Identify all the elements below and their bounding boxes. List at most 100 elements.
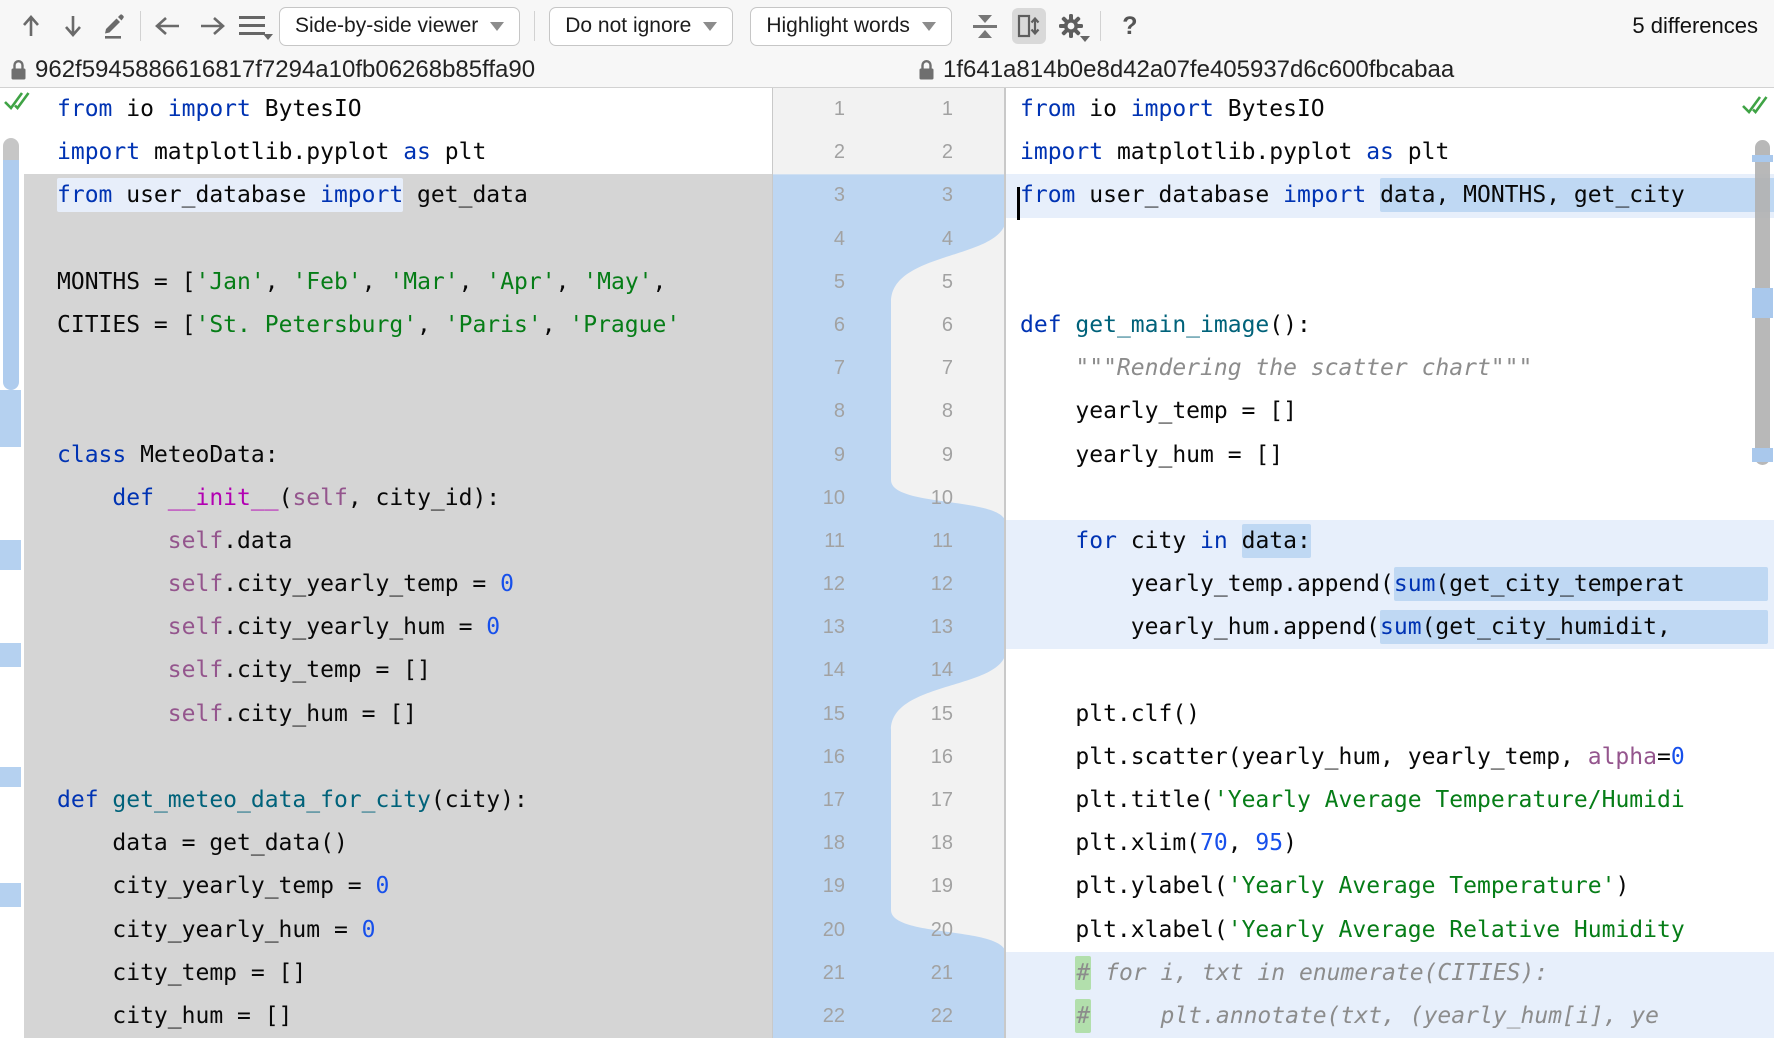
help-button[interactable]: ? <box>1113 8 1147 44</box>
right-scrollbar[interactable] <box>1750 88 1774 1038</box>
code-line[interactable]: plt.xlim(70, 95) <box>1006 822 1774 865</box>
sync-scroll-icon <box>1016 12 1042 40</box>
code-token: 0 <box>1671 744 1685 770</box>
whitespace-ignore-select[interactable]: Do not ignore <box>549 7 733 46</box>
change-marker[interactable] <box>1752 288 1773 318</box>
code-line[interactable] <box>1006 649 1774 692</box>
code-line[interactable]: plt.title('Yearly Average Temperature/Hu… <box>1006 779 1774 822</box>
highlight-mode-select[interactable]: Highlight words <box>750 7 952 46</box>
change-marker[interactable] <box>0 883 21 907</box>
right-revision-hash: 1f641a814b0e8d42a07fe405937d6c600fbcabaa <box>943 56 1454 84</box>
code-line[interactable]: city_yearly_hum = 0 <box>24 909 772 952</box>
whitespace-ignore-label: Do not ignore <box>565 14 691 38</box>
change-marker[interactable] <box>0 390 21 447</box>
code-line[interactable]: city_temp = [] <box>24 952 772 995</box>
next-difference-button[interactable] <box>56 8 90 44</box>
line-number: 1 <box>875 88 953 131</box>
code-line[interactable] <box>1006 477 1774 520</box>
code-line-text: yearly_temp = [] <box>1020 398 1297 424</box>
code-line[interactable]: for city in data: <box>1006 520 1774 563</box>
viewer-mode-select[interactable]: Side-by-side viewer <box>279 7 520 46</box>
code-line[interactable]: self.city_hum = [] <box>24 693 772 736</box>
change-marker[interactable] <box>0 540 21 570</box>
lock-icon <box>918 59 935 81</box>
code-token <box>1020 1003 1075 1029</box>
code-line[interactable]: from io import BytesIO <box>24 88 772 131</box>
code-line[interactable]: plt.clf() <box>1006 693 1774 736</box>
line-number: 9 <box>875 434 953 477</box>
code-line[interactable]: yearly_hum.append(sum(get_city_humidit, <box>1006 606 1774 649</box>
code-token: data, MONTHS, get_city <box>1380 182 1774 208</box>
line-number: 9 <box>773 434 845 477</box>
code-line[interactable]: plt.scatter(yearly_hum, yearly_temp, alp… <box>1006 736 1774 779</box>
code-line[interactable]: def get_main_image(): <box>1006 304 1774 347</box>
settings-button[interactable] <box>1054 8 1088 44</box>
code-line[interactable]: class MeteoData: <box>24 434 772 477</box>
code-line[interactable]: # plt.annotate(txt, (yearly_hum[i], ye <box>1006 995 1774 1038</box>
code-token: self <box>168 657 223 683</box>
collapse-unchanged-button[interactable] <box>968 8 1002 44</box>
code-token: def <box>112 485 154 511</box>
code-line[interactable] <box>24 390 772 433</box>
code-line[interactable]: yearly_temp = [] <box>1006 390 1774 433</box>
line-number: 17 <box>773 779 845 822</box>
code-line[interactable]: def get_meteo_data_for_city(city): <box>24 779 772 822</box>
code-line[interactable]: # for i, txt in enumerate(CITIES): <box>1006 952 1774 995</box>
code-line[interactable] <box>24 736 772 779</box>
change-marker[interactable] <box>0 643 21 667</box>
right-editor-pane[interactable]: from io import BytesIOimport matplotlib.… <box>1005 88 1774 1038</box>
left-editor-pane[interactable]: from io import BytesIOimport matplotlib.… <box>0 88 772 1038</box>
code-line[interactable]: self.city_temp = [] <box>24 649 772 692</box>
code-line[interactable]: def __init__(self, city_id): <box>24 477 772 520</box>
code-line[interactable]: plt.xlabel('Yearly Average Relative Humi… <box>1006 909 1774 952</box>
previous-difference-button[interactable] <box>14 8 48 44</box>
code-line[interactable]: city_yearly_temp = 0 <box>24 865 772 908</box>
code-line[interactable]: import matplotlib.pyplot as plt <box>24 131 772 174</box>
code-line[interactable]: city_hum = [] <box>24 995 772 1038</box>
code-token: BytesIO <box>1214 96 1325 122</box>
code-token: , <box>459 269 487 295</box>
code-token <box>57 657 168 683</box>
chevron-down-icon <box>922 22 936 31</box>
code-line[interactable]: MONTHS = ['Jan', 'Feb', 'Mar', 'Apr', 'M… <box>24 261 772 304</box>
line-number: 4 <box>773 218 845 261</box>
code-line[interactable] <box>24 218 772 261</box>
code-line[interactable] <box>1006 261 1774 304</box>
code-line[interactable]: from user_database import data, MONTHS, … <box>1006 174 1774 217</box>
code-token: ) <box>1615 873 1629 899</box>
code-line[interactable] <box>24 347 772 390</box>
line-number: 11 <box>875 520 953 563</box>
synchronize-scrolling-toggle[interactable] <box>1012 8 1046 44</box>
code-line[interactable]: """Rendering the scatter chart""" <box>1006 347 1774 390</box>
code-line[interactable]: yearly_hum = [] <box>1006 434 1774 477</box>
change-marker[interactable] <box>0 767 21 787</box>
code-token: (city): <box>431 787 528 813</box>
history-menu-button[interactable] <box>235 8 269 44</box>
code-line[interactable]: CITIES = ['St. Petersburg', 'Paris', 'Pr… <box>24 304 772 347</box>
left-scrollbar[interactable] <box>0 88 24 1038</box>
code-line[interactable] <box>1006 218 1774 261</box>
jump-to-source-edit-button[interactable] <box>96 8 130 44</box>
left-scrollbar-thumb[interactable] <box>3 138 19 390</box>
change-marker[interactable] <box>1752 155 1773 162</box>
code-line[interactable]: import matplotlib.pyplot as plt <box>1006 131 1774 174</box>
back-button[interactable] <box>151 8 185 44</box>
menu-icon <box>239 16 265 36</box>
code-token: 0 <box>376 873 390 899</box>
code-line-text: CITIES = ['St. Petersburg', 'Paris', 'Pr… <box>57 312 680 338</box>
code-line[interactable]: self.data <box>24 520 772 563</box>
forward-button[interactable] <box>195 8 229 44</box>
code-line[interactable]: self.city_yearly_hum = 0 <box>24 606 772 649</box>
code-token: # <box>1076 1003 1090 1029</box>
code-line[interactable]: yearly_temp.append(sum(get_city_temperat <box>1006 563 1774 606</box>
code-line[interactable]: from user_database import get_data <box>24 174 772 217</box>
line-number: 13 <box>773 606 845 649</box>
code-token: get_meteo_data_for_city <box>112 787 431 813</box>
toolbar-separator <box>534 11 535 41</box>
code-token: plt <box>431 139 486 165</box>
code-line[interactable]: plt.ylabel('Yearly Average Temperature') <box>1006 865 1774 908</box>
code-line[interactable]: from io import BytesIO <box>1006 88 1774 131</box>
code-line[interactable]: data = get_data() <box>24 822 772 865</box>
change-marker[interactable] <box>1752 448 1773 462</box>
code-line[interactable]: self.city_yearly_temp = 0 <box>24 563 772 606</box>
